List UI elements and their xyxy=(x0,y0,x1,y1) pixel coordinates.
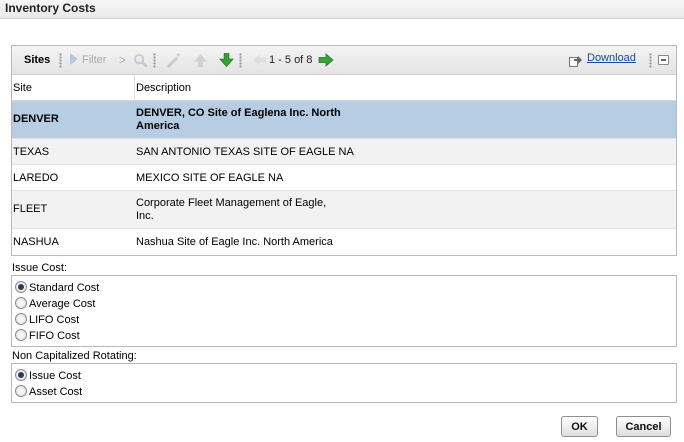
radio-issue-cost[interactable]: Issue Cost xyxy=(15,369,81,383)
filter-label: Filter xyxy=(82,54,107,66)
up-arrow-icon[interactable] xyxy=(193,53,208,68)
toolbar-grip xyxy=(649,53,652,68)
site-cell: LAREDO xyxy=(13,172,59,184)
site-cell: FLEET xyxy=(13,203,48,215)
radio-fifo-cost[interactable]: FIFO Cost xyxy=(15,329,80,343)
table-row[interactable]: NASHUA Nashua Site of Eagle Inc. North A… xyxy=(12,229,676,255)
dialog-title: Inventory Costs xyxy=(5,1,96,15)
down-arrow-icon[interactable] xyxy=(219,52,234,68)
dialog-header: Inventory Costs xyxy=(0,0,684,19)
radio-label: Asset Cost xyxy=(29,386,83,398)
description-cell: DENVER, CO Site of Eaglena Inc. North Am… xyxy=(136,107,341,132)
download-icon[interactable] xyxy=(569,54,583,67)
description-cell: MEXICO SITE OF EAGLE NA xyxy=(136,172,284,184)
page-range: 1 - 5 of 8 xyxy=(269,54,313,66)
table-row[interactable]: LAREDO MEXICO SITE OF EAGLE NA xyxy=(12,165,676,191)
radio-label: FIFO Cost xyxy=(29,330,80,342)
collapse-icon[interactable] xyxy=(658,55,669,65)
radio-lifo-cost[interactable]: LIFO Cost xyxy=(15,313,79,327)
next-page-icon[interactable] xyxy=(318,53,334,67)
table-row[interactable]: FLEET Corporate Fleet Management of Eagl… xyxy=(12,191,676,229)
table-toolbar: Sites Filter > 1 - 5 of 8 Download xyxy=(12,46,676,75)
chevron-right-icon[interactable]: > xyxy=(119,53,126,67)
table-row[interactable]: TEXAS SAN ANTONIO TEXAS SITE OF EAGLE NA xyxy=(12,139,676,165)
issue-cost-label: Issue Cost: xyxy=(12,262,68,274)
clear-filter-icon[interactable] xyxy=(165,53,180,68)
radio-button[interactable] xyxy=(15,329,27,341)
toolbar-grip xyxy=(59,53,62,68)
download-link[interactable]: Download xyxy=(587,51,636,65)
sites-table-panel: Sites Filter > 1 - 5 of 8 Download Site … xyxy=(11,45,677,256)
issue-cost-group: Standard Cost Average Cost LIFO Cost FIF… xyxy=(11,275,677,347)
previous-page-icon[interactable] xyxy=(252,53,267,67)
description-cell: Nashua Site of Eagle Inc. North America xyxy=(136,236,333,248)
table-row[interactable]: DENVER DENVER, CO Site of Eaglena Inc. N… xyxy=(12,101,676,139)
column-header-site[interactable]: Site xyxy=(13,82,32,94)
radio-label: Standard Cost xyxy=(29,282,100,294)
radio-button[interactable] xyxy=(15,281,27,293)
site-cell: TEXAS xyxy=(13,146,50,158)
radio-average-cost[interactable]: Average Cost xyxy=(15,297,95,311)
description-cell: SAN ANTONIO TEXAS SITE OF EAGLE NA xyxy=(136,146,354,158)
radio-label: Average Cost xyxy=(29,298,96,310)
toolbar-grip xyxy=(239,53,242,68)
ok-button[interactable]: OK xyxy=(561,416,598,437)
search-icon[interactable] xyxy=(133,53,148,68)
filter-arrow-icon xyxy=(70,53,78,65)
radio-button[interactable] xyxy=(15,313,27,325)
filter-button[interactable]: Filter xyxy=(70,53,106,67)
toolbar-grip xyxy=(153,53,156,68)
radio-standard-cost[interactable]: Standard Cost xyxy=(15,281,99,295)
table-title: Sites xyxy=(24,54,51,66)
radio-label: Issue Cost xyxy=(29,370,81,382)
cancel-button[interactable]: Cancel xyxy=(616,416,671,437)
radio-label: LIFO Cost xyxy=(29,314,80,326)
radio-asset-cost[interactable]: Asset Cost xyxy=(15,385,82,399)
site-cell: NASHUA xyxy=(13,236,59,248)
non-capitalized-rotating-group: Issue Cost Asset Cost xyxy=(11,363,677,403)
radio-button[interactable] xyxy=(15,385,27,397)
site-cell: DENVER xyxy=(13,113,59,125)
radio-button[interactable] xyxy=(15,369,27,381)
radio-button[interactable] xyxy=(15,297,27,309)
table-header: Site Description xyxy=(12,75,676,101)
column-header-description[interactable]: Description xyxy=(136,82,191,94)
description-cell: Corporate Fleet Management of Eagle, Inc… xyxy=(136,197,327,222)
non-capitalized-rotating-label: Non Capitalized Rotating: xyxy=(12,350,137,362)
column-divider xyxy=(134,75,135,101)
